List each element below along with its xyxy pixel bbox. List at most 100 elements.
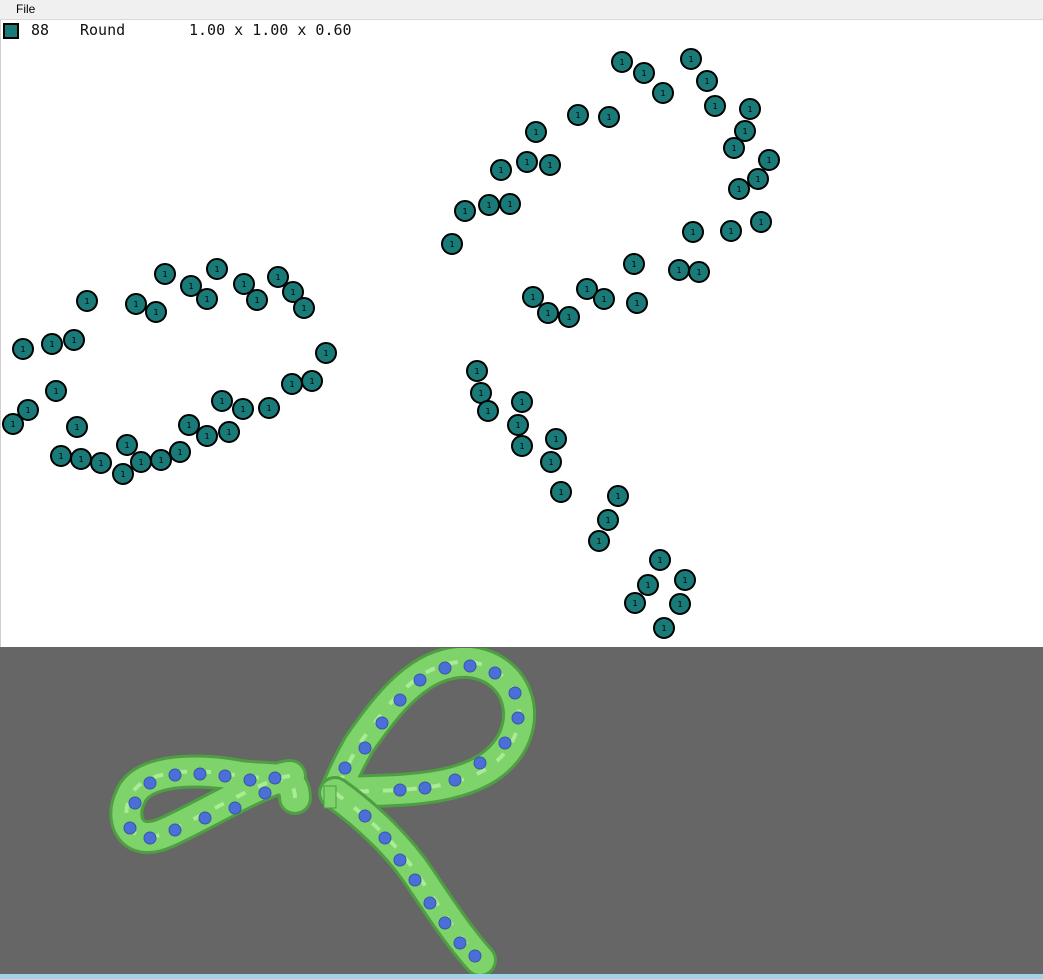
stone-marker[interactable]: 1 bbox=[682, 221, 704, 243]
stone-marker[interactable]: 1 bbox=[169, 441, 191, 463]
stone-marker[interactable]: 1 bbox=[626, 292, 648, 314]
stone-marker[interactable]: 1 bbox=[688, 261, 710, 283]
stone-marker[interactable]: 1 bbox=[511, 391, 533, 413]
stone-marker[interactable]: 1 bbox=[637, 574, 659, 596]
stone-marker[interactable]: 1 bbox=[466, 360, 488, 382]
stone-marker[interactable]: 1 bbox=[116, 434, 138, 456]
stone-marker[interactable]: 1 bbox=[598, 106, 620, 128]
stone-marker[interactable]: 1 bbox=[539, 154, 561, 176]
window-bottom-edge bbox=[0, 974, 1043, 979]
stone-marker[interactable]: 1 bbox=[70, 448, 92, 470]
stone-marker[interactable]: 1 bbox=[145, 301, 167, 323]
stone-marker[interactable]: 1 bbox=[258, 397, 280, 419]
stone-marker[interactable]: 1 bbox=[196, 288, 218, 310]
stone-marker[interactable]: 1 bbox=[130, 451, 152, 473]
stone-marker[interactable]: 1 bbox=[597, 509, 619, 531]
stone-marker[interactable]: 1 bbox=[76, 290, 98, 312]
stone-marker[interactable]: 1 bbox=[558, 306, 580, 328]
stone-label: 1 bbox=[462, 207, 467, 216]
stone-marker[interactable]: 1 bbox=[45, 380, 67, 402]
stone-marker[interactable]: 1 bbox=[522, 286, 544, 308]
stone-marker[interactable]: 1 bbox=[537, 302, 559, 324]
stone-marker[interactable]: 1 bbox=[623, 253, 645, 275]
stone-label: 1 bbox=[20, 345, 25, 354]
stone-marker[interactable]: 1 bbox=[293, 297, 315, 319]
stone-marker[interactable]: 1 bbox=[652, 82, 674, 104]
stone-marker[interactable]: 1 bbox=[90, 452, 112, 474]
stone-marker[interactable]: 1 bbox=[649, 549, 671, 571]
stone-marker[interactable]: 1 bbox=[267, 266, 289, 288]
stone-marker[interactable]: 1 bbox=[516, 151, 538, 173]
stone-marker[interactable]: 1 bbox=[593, 288, 615, 310]
stone-marker[interactable]: 1 bbox=[477, 400, 499, 422]
stone-marker[interactable]: 1 bbox=[633, 62, 655, 84]
stone-marker[interactable]: 1 bbox=[720, 220, 742, 242]
stone-marker[interactable]: 1 bbox=[478, 194, 500, 216]
stone-marker[interactable]: 1 bbox=[12, 338, 34, 360]
stone-marker[interactable]: 1 bbox=[507, 414, 529, 436]
stone-marker[interactable]: 1 bbox=[750, 211, 772, 233]
stone-marker[interactable]: 1 bbox=[567, 104, 589, 126]
stone-marker[interactable]: 1 bbox=[281, 373, 303, 395]
stone-marker[interactable]: 1 bbox=[696, 70, 718, 92]
stone-label: 1 bbox=[323, 349, 328, 358]
stone-marker[interactable]: 1 bbox=[211, 390, 233, 412]
stone-marker[interactable]: 1 bbox=[232, 398, 254, 420]
stone-marker[interactable]: 1 bbox=[441, 233, 463, 255]
stone-marker[interactable]: 1 bbox=[728, 178, 750, 200]
stone-marker[interactable]: 1 bbox=[178, 414, 200, 436]
stone-marker[interactable]: 1 bbox=[66, 416, 88, 438]
stone-marker[interactable]: 1 bbox=[739, 98, 761, 120]
stone-label: 1 bbox=[596, 537, 601, 546]
stone-marker[interactable]: 1 bbox=[588, 530, 610, 552]
stone-marker[interactable]: 1 bbox=[246, 289, 268, 311]
stone-marker[interactable]: 1 bbox=[206, 258, 228, 280]
stone-marker[interactable]: 1 bbox=[668, 259, 690, 281]
stone-label: 1 bbox=[558, 488, 563, 497]
stone-label: 1 bbox=[619, 58, 624, 67]
stone-marker[interactable]: 1 bbox=[301, 370, 323, 392]
stone-marker[interactable]: 1 bbox=[315, 342, 337, 364]
stone-marker[interactable]: 1 bbox=[653, 617, 675, 639]
stone-marker[interactable]: 1 bbox=[680, 48, 702, 70]
stone-marker[interactable]: 1 bbox=[624, 592, 646, 614]
set-gem bbox=[408, 873, 422, 887]
stone-marker[interactable]: 1 bbox=[196, 425, 218, 447]
stone-marker[interactable]: 1 bbox=[704, 95, 726, 117]
menu-file[interactable]: File bbox=[10, 2, 41, 16]
stone-marker[interactable]: 1 bbox=[454, 200, 476, 222]
stone-marker[interactable]: 1 bbox=[41, 333, 63, 355]
stone-marker[interactable]: 1 bbox=[723, 137, 745, 159]
stone-marker[interactable]: 1 bbox=[150, 449, 172, 471]
stone-marker[interactable]: 1 bbox=[50, 445, 72, 467]
stone-label: 1 bbox=[74, 423, 79, 432]
stone-marker[interactable]: 1 bbox=[490, 159, 512, 181]
stone-marker[interactable]: 1 bbox=[607, 485, 629, 507]
stone-marker[interactable]: 1 bbox=[758, 149, 780, 171]
stone-marker[interactable]: 1 bbox=[2, 413, 24, 435]
stone-label: 1 bbox=[124, 441, 129, 450]
stone-marker[interactable]: 1 bbox=[499, 193, 521, 215]
stone-label: 1 bbox=[742, 127, 747, 136]
stone-marker[interactable]: 1 bbox=[112, 463, 134, 485]
stone-marker[interactable]: 1 bbox=[125, 293, 147, 315]
stone-marker[interactable]: 1 bbox=[540, 451, 562, 473]
stone-marker[interactable]: 1 bbox=[550, 481, 572, 503]
stone-marker[interactable]: 1 bbox=[674, 569, 696, 591]
stone-marker[interactable]: 1 bbox=[511, 435, 533, 457]
stone-label: 1 bbox=[98, 459, 103, 468]
stone-label: 1 bbox=[704, 77, 709, 86]
stone-marker[interactable]: 1 bbox=[669, 593, 691, 615]
stone-marker[interactable]: 1 bbox=[611, 51, 633, 73]
stone-label: 1 bbox=[553, 435, 558, 444]
stone-label: 1 bbox=[524, 158, 529, 167]
3d-viewport[interactable] bbox=[0, 648, 1043, 974]
stone-marker[interactable]: 1 bbox=[545, 428, 567, 450]
stone-marker[interactable]: 1 bbox=[218, 421, 240, 443]
stone-marker[interactable]: 1 bbox=[747, 168, 769, 190]
set-gem bbox=[418, 781, 432, 795]
stone-marker[interactable]: 1 bbox=[154, 263, 176, 285]
stone-marker[interactable]: 1 bbox=[525, 121, 547, 143]
stone-marker[interactable]: 1 bbox=[63, 329, 85, 351]
stone-layout-canvas[interactable]: 88 Round 1.00 x 1.00 x 0.60 111111111111… bbox=[0, 20, 1043, 647]
